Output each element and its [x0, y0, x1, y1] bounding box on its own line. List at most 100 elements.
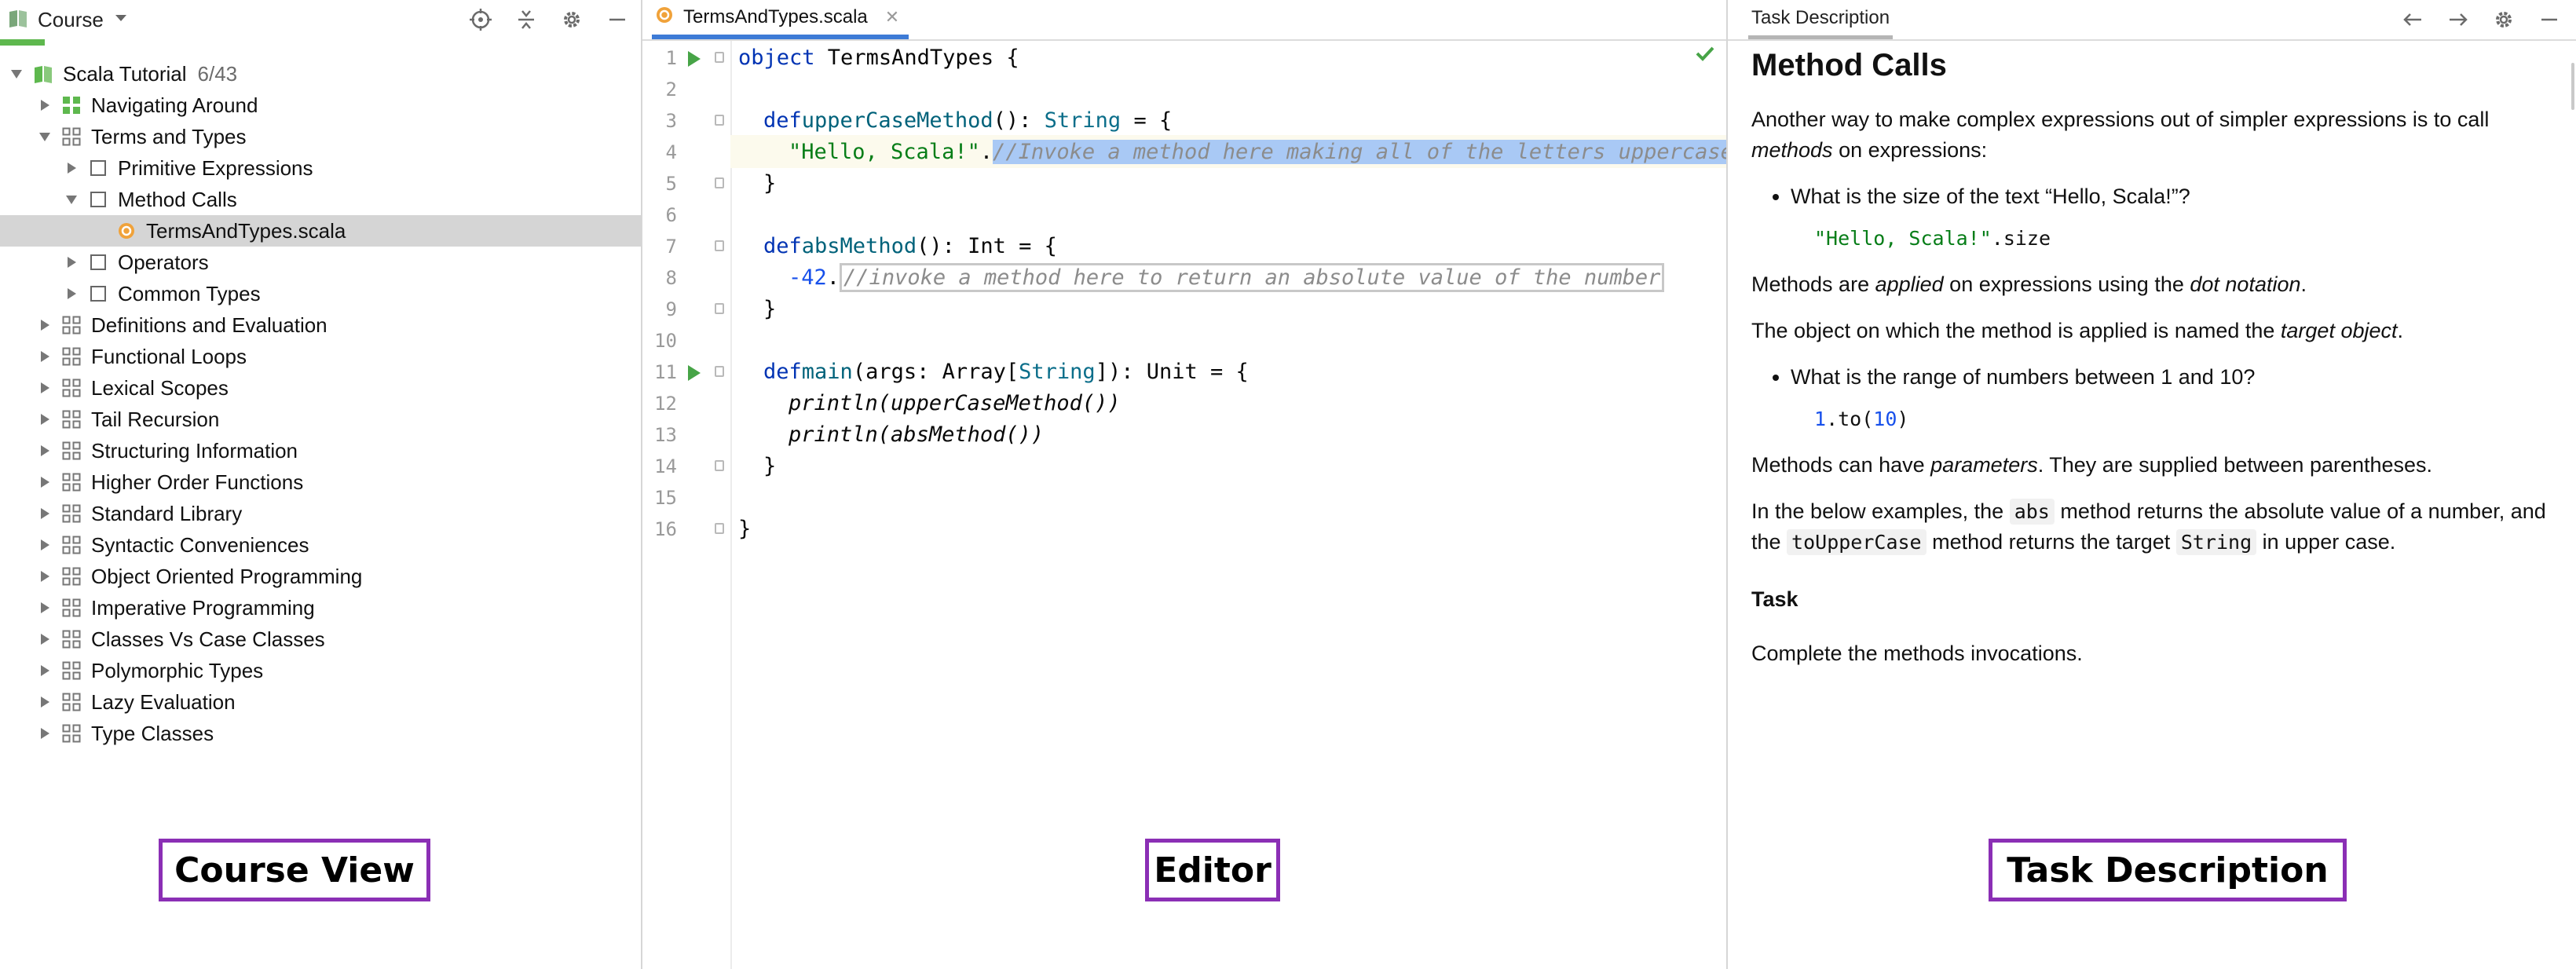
run-icon[interactable] — [688, 51, 701, 67]
placeholder-absolute[interactable]: //invoke a method here to return an abso… — [840, 262, 1665, 292]
fold-icon[interactable] — [715, 52, 724, 63]
expanded-arrow-icon[interactable] — [8, 65, 25, 82]
tree-item[interactable]: Tail Recursion — [0, 404, 641, 435]
tree-item[interactable]: Primitive Expressions — [0, 152, 641, 184]
arrow-right-icon[interactable] — [2444, 5, 2472, 34]
tree-item[interactable]: Functional Loops — [0, 341, 641, 372]
fold-icon[interactable] — [715, 303, 724, 314]
minimize-icon[interactable] — [603, 5, 631, 34]
code-token: -42 — [789, 265, 827, 290]
lesson-icon — [61, 441, 82, 461]
text: The object on which the method is applie… — [1751, 319, 2281, 342]
tree-item-label: Tail Recursion — [91, 407, 220, 431]
fold-icon[interactable] — [715, 523, 724, 534]
collapsed-arrow-icon[interactable] — [36, 631, 53, 648]
minimize-icon[interactable] — [2535, 5, 2563, 34]
line-number: 5 — [665, 173, 677, 195]
tree-item[interactable]: Object Oriented Programming — [0, 561, 641, 592]
tree-file-item[interactable]: TermsAndTypes.scala — [0, 215, 641, 247]
course-panel: Course Scala Tutorial 6/43 Navigating Ar… — [0, 0, 642, 969]
collapsed-arrow-icon[interactable] — [36, 505, 53, 522]
editor-gutter: 1 2 3 4 5 6 7 8 9 10 11 12 13 14 15 16 — [642, 41, 732, 969]
code-token: .to( — [1826, 408, 1874, 430]
placeholder-uppercase[interactable]: //Invoke a method here making all of the… — [993, 139, 1726, 164]
tree-root-count: 6/43 — [197, 61, 238, 86]
code-line-11: def main (args: Array[String]): Unit = { — [730, 355, 1726, 388]
collapsed-arrow-icon[interactable] — [36, 442, 53, 459]
collapsed-arrow-icon[interactable] — [36, 316, 53, 334]
collapsed-arrow-icon[interactable] — [36, 568, 53, 585]
tree-item-label: Terms and Types — [91, 124, 247, 148]
chevron-down-icon[interactable] — [113, 13, 129, 27]
fold-icon[interactable] — [715, 240, 724, 251]
collapsed-arrow-icon[interactable] — [36, 536, 53, 554]
expanded-arrow-icon[interactable] — [63, 191, 80, 208]
gear-icon[interactable] — [558, 5, 586, 34]
code-token: def — [763, 359, 802, 384]
collapsed-arrow-icon[interactable] — [36, 599, 53, 616]
tree-item[interactable]: Lexical Scopes — [0, 372, 641, 404]
course-title: Course — [38, 7, 104, 31]
gear-icon[interactable] — [2490, 5, 2518, 34]
code-line-16: } — [730, 512, 1726, 545]
line-number: 12 — [654, 393, 677, 415]
tree-item[interactable]: Higher Order Functions — [0, 466, 641, 498]
collapsed-arrow-icon[interactable] — [36, 97, 53, 114]
fold-icon[interactable] — [715, 115, 724, 126]
tree-item[interactable]: Lazy Evaluation — [0, 686, 641, 718]
tree-item-label: Lexical Scopes — [91, 375, 229, 400]
collapse-all-icon[interactable] — [512, 5, 540, 34]
editor-tab[interactable]: TermsAndTypes.scala ✕ — [652, 0, 909, 39]
code-line-5: } — [730, 166, 1726, 199]
collapsed-arrow-icon[interactable] — [63, 159, 80, 177]
text: . They are supplied between parentheses. — [2037, 453, 2433, 477]
course-progress-fill — [0, 39, 46, 46]
tree-item[interactable]: Polymorphic Types — [0, 655, 641, 686]
tree-item[interactable]: Standard Library — [0, 498, 641, 529]
collapsed-arrow-icon[interactable] — [36, 725, 53, 742]
collapsed-arrow-icon[interactable] — [63, 285, 80, 302]
run-main-icon[interactable] — [688, 365, 701, 381]
tree-item[interactable]: Classes Vs Case Classes — [0, 623, 641, 655]
code-token: . — [979, 139, 993, 164]
fold-icon[interactable] — [715, 366, 724, 377]
tree-item[interactable]: Terms and Types — [0, 121, 641, 152]
tree-item[interactable]: Common Types — [0, 278, 641, 309]
collapsed-arrow-icon[interactable] — [63, 254, 80, 271]
fold-icon[interactable] — [715, 177, 724, 188]
tree-item-label: Imperative Programming — [91, 595, 315, 620]
tree-item[interactable]: Navigating Around — [0, 90, 641, 121]
code-token: (absMethod()) — [877, 422, 1045, 447]
tree-item[interactable]: Imperative Programming — [0, 592, 641, 623]
fold-icon[interactable] — [715, 460, 724, 471]
code-token: upperCaseMethod — [801, 108, 993, 133]
collapsed-arrow-icon[interactable] — [36, 411, 53, 428]
code-line-1: object TermsAndTypes { — [730, 41, 1726, 74]
tree-item[interactable]: Syntactic Conveniences — [0, 529, 641, 561]
collapsed-arrow-icon[interactable] — [36, 662, 53, 679]
tree-item[interactable]: Operators — [0, 247, 641, 278]
collapsed-arrow-icon[interactable] — [36, 474, 53, 491]
task-paragraph: In the below examples, the abs method re… — [1751, 496, 2552, 558]
task-description-tab[interactable]: Task Description — [1748, 0, 1894, 39]
expanded-arrow-icon[interactable] — [36, 128, 53, 145]
code-token: (upperCaseMethod()) — [877, 390, 1121, 415]
task-paragraph: Complete the methods invocations. — [1751, 642, 2083, 665]
tree-item[interactable]: Type Classes — [0, 718, 641, 749]
code-area[interactable]: object TermsAndTypes { def upperCaseMeth… — [730, 41, 1726, 969]
tree-item[interactable]: Definitions and Evaluation — [0, 309, 641, 341]
tree-item[interactable]: Structuring Information — [0, 435, 641, 466]
close-icon[interactable]: ✕ — [885, 7, 899, 27]
task-list: What is the size of the text “Hello, Sca… — [1751, 181, 2552, 212]
task-paragraph: Methods are applied on expressions using… — [1751, 269, 2552, 300]
collapsed-arrow-icon[interactable] — [36, 379, 53, 397]
line-number: 11 — [654, 361, 677, 383]
code-token: def — [763, 233, 802, 258]
scrollbar[interactable] — [2571, 63, 2574, 110]
collapsed-arrow-icon[interactable] — [36, 693, 53, 711]
arrow-left-icon[interactable] — [2399, 5, 2427, 34]
locate-icon[interactable] — [467, 5, 495, 34]
tree-root[interactable]: Scala Tutorial 6/43 — [0, 58, 641, 90]
tree-item[interactable]: Method Calls — [0, 184, 641, 215]
collapsed-arrow-icon[interactable] — [36, 348, 53, 365]
